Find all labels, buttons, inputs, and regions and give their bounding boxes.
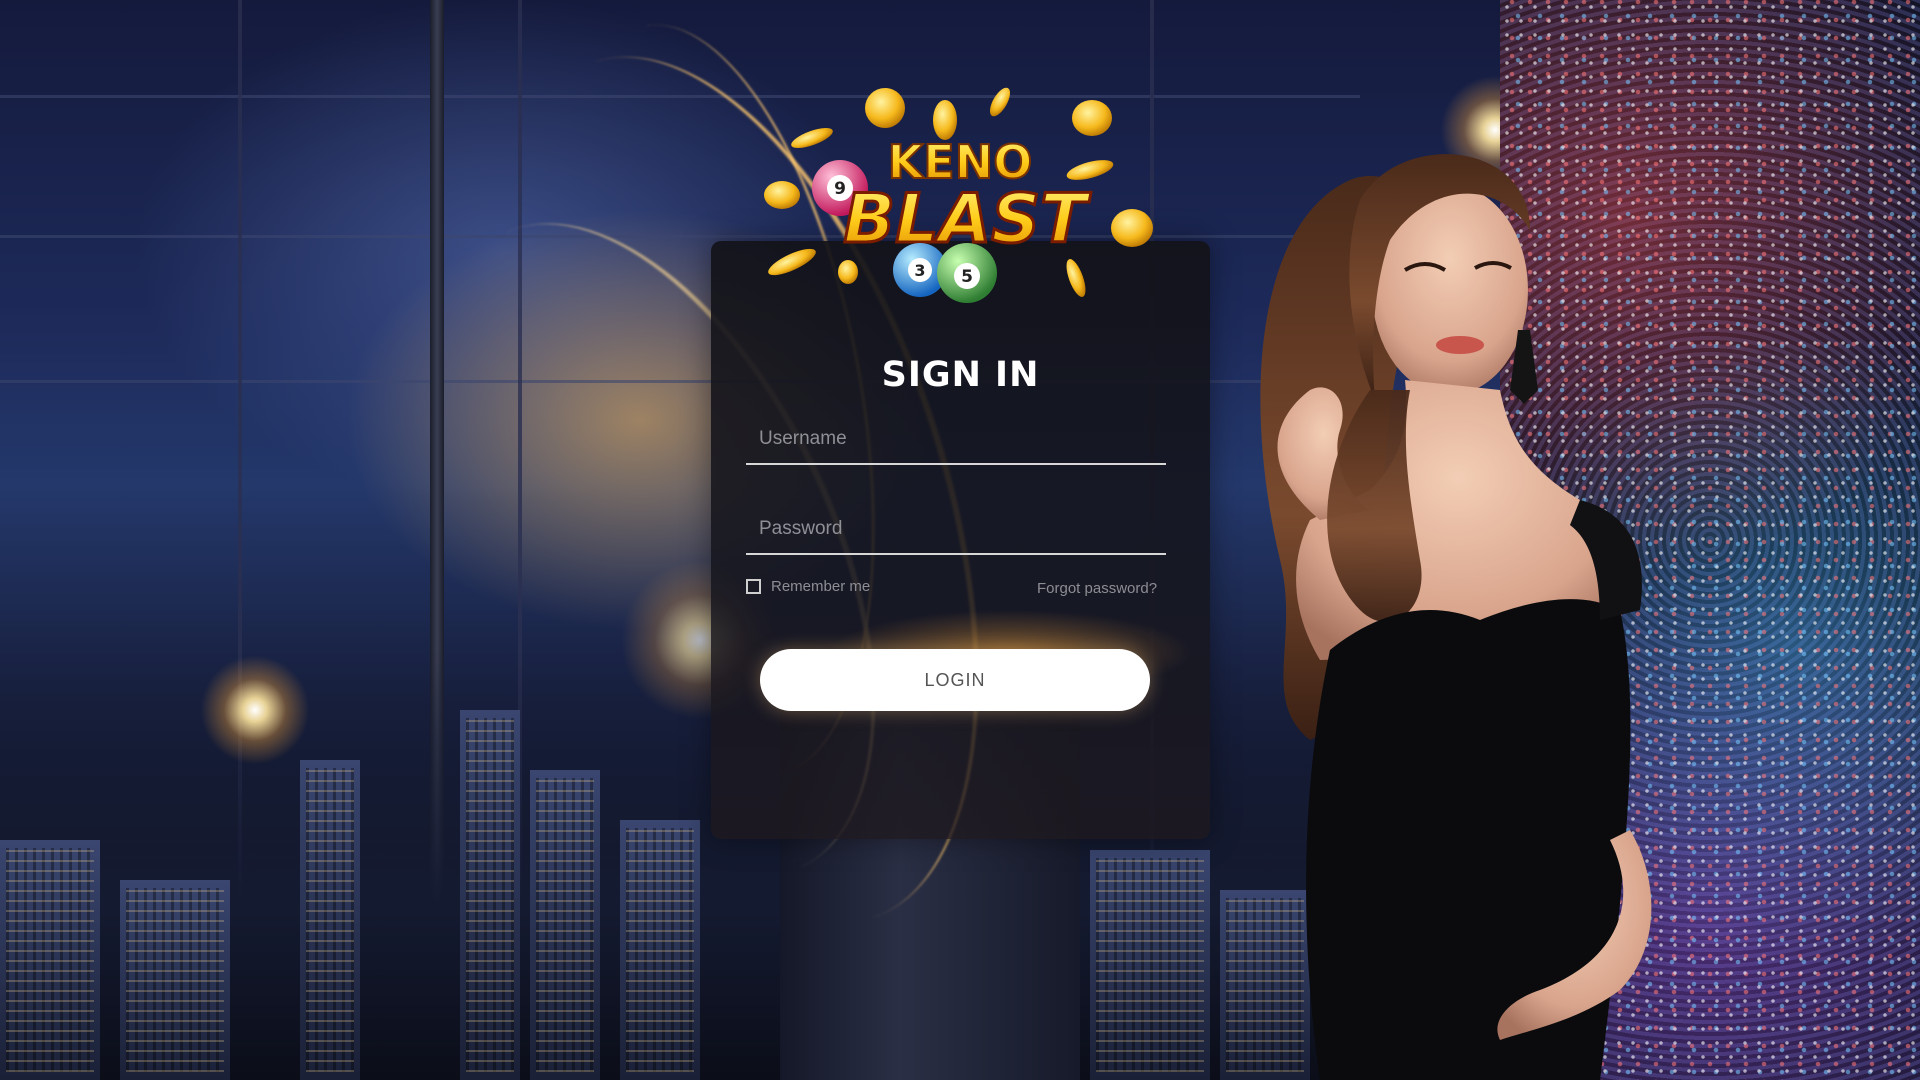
password-input[interactable] xyxy=(746,505,1166,555)
model-illustration xyxy=(1260,154,1652,1080)
building xyxy=(1090,850,1210,1080)
login-screen: 9 KENO BLAST 3 5 SIGN IN Remember me For… xyxy=(0,0,1920,1080)
username-input[interactable] xyxy=(746,415,1166,465)
building xyxy=(120,880,230,1080)
coin-icon xyxy=(791,128,833,148)
ball-number: 3 xyxy=(914,261,925,280)
coin-icon xyxy=(838,260,858,284)
coin-icon xyxy=(865,88,905,128)
building xyxy=(0,840,100,1080)
building xyxy=(460,710,520,1080)
coin-icon xyxy=(989,87,1011,117)
ball-number: 5 xyxy=(961,267,973,287)
coin-icon xyxy=(768,248,816,276)
remember-me-row[interactable]: Remember me xyxy=(746,578,870,595)
coin-icon xyxy=(764,181,800,209)
sign-in-title: SIGN IN xyxy=(881,355,1040,395)
building xyxy=(530,770,600,1080)
coin-icon xyxy=(1072,100,1112,136)
keno-blast-logo: 9 KENO BLAST 3 5 xyxy=(764,87,1153,303)
lens-flare xyxy=(200,655,310,765)
coin-icon xyxy=(1066,259,1086,297)
login-button[interactable]: LOGIN xyxy=(760,649,1150,711)
remember-me-label: Remember me xyxy=(771,578,871,595)
forgot-password-link[interactable]: Forgot password? xyxy=(1037,580,1157,597)
building xyxy=(300,760,360,1080)
coin-icon xyxy=(1111,209,1153,247)
remember-me-checkbox[interactable] xyxy=(746,579,761,594)
coin-icon xyxy=(933,100,957,140)
